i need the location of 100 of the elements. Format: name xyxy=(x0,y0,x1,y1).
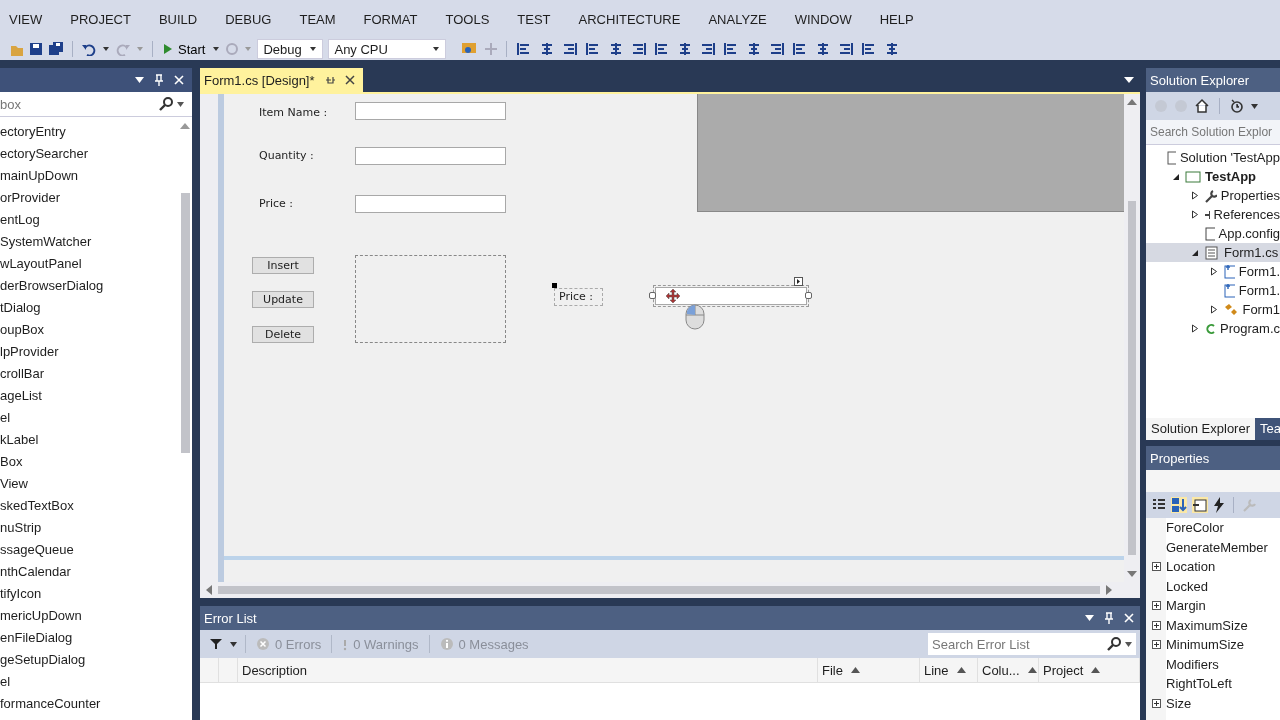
dropdown-icon[interactable] xyxy=(1125,641,1132,647)
search-field[interactable]: Search Error List xyxy=(932,636,1103,652)
search-box[interactable]: Search Error List xyxy=(928,633,1136,655)
toolbox-item[interactable]: wLayoutPanel xyxy=(0,253,178,275)
expand-icon[interactable] xyxy=(1151,698,1161,708)
form-button[interactable]: Delete xyxy=(252,326,314,343)
panel-tab[interactable]: Solution Explorer xyxy=(1146,418,1255,440)
menu-item[interactable]: PROJECT xyxy=(54,11,143,27)
dropdown-icon[interactable] xyxy=(102,46,110,52)
column-header[interactable]: Project xyxy=(1039,658,1140,682)
property-name[interactable]: Size xyxy=(1166,695,1192,711)
toolbox-item[interactable]: derBrowserDialog xyxy=(0,275,178,297)
dropdown-icon[interactable] xyxy=(1251,103,1258,109)
toolbox-item[interactable]: ectoryEntry xyxy=(0,121,178,143)
scroll-up-icon[interactable] xyxy=(1127,99,1137,105)
alignment-icon[interactable] xyxy=(769,42,786,56)
menu-item[interactable]: FORMAT xyxy=(347,11,430,27)
selection-handle[interactable] xyxy=(552,283,557,288)
resize-handle[interactable] xyxy=(805,292,812,299)
configuration-dropdown[interactable]: Debug xyxy=(257,39,324,59)
search-field[interactable]: Search Solution Explor xyxy=(1150,125,1280,139)
toolbox-item[interactable]: oupBox xyxy=(0,319,178,341)
toolbox-item[interactable]: mainUpDown xyxy=(0,165,178,187)
dropdown-icon[interactable] xyxy=(1085,615,1094,621)
document-tab[interactable]: Form1.cs [Design]* xyxy=(200,68,363,92)
tree-item[interactable]: References xyxy=(1146,205,1280,224)
column-header[interactable]: Colu... xyxy=(978,658,1039,682)
expanded-arrow-icon[interactable] xyxy=(1191,248,1199,257)
panel-tab[interactable]: Tea xyxy=(1255,418,1280,440)
dropdown-icon[interactable] xyxy=(135,77,144,83)
categorized-icon[interactable] xyxy=(1152,498,1166,512)
save-all-icon[interactable] xyxy=(48,42,64,56)
dropdown-icon[interactable] xyxy=(230,641,237,647)
toolbox-item[interactable]: formanceCounter xyxy=(0,693,178,715)
form-label[interactable]: Price : xyxy=(554,288,603,306)
toolbox-item[interactable]: skedTextBox xyxy=(0,495,178,517)
alignment-icon[interactable] xyxy=(562,42,579,56)
restart-icon[interactable] xyxy=(225,42,240,56)
column-header[interactable]: Line xyxy=(920,658,978,682)
menu-item[interactable]: TEAM xyxy=(283,11,348,27)
toolbox-item[interactable]: el xyxy=(0,671,178,693)
undo-icon[interactable] xyxy=(81,42,97,56)
toolbox-item[interactable]: tDialog xyxy=(0,297,178,319)
tree-item[interactable]: Properties xyxy=(1146,186,1280,205)
events-icon[interactable] xyxy=(1213,497,1225,513)
expand-icon[interactable] xyxy=(1151,562,1161,572)
form-button[interactable]: Insert xyxy=(252,257,314,274)
menu-item[interactable]: ARCHITECTURE xyxy=(562,11,693,27)
toolbox-item[interactable]: enFileDialog xyxy=(0,627,178,649)
property-name[interactable]: Locked xyxy=(1166,578,1208,594)
home-icon[interactable] xyxy=(1194,98,1210,114)
pin-icon[interactable] xyxy=(324,75,335,85)
toolbox-item[interactable]: lpProvider xyxy=(0,341,178,363)
text-box[interactable] xyxy=(655,287,807,305)
toolbox-item[interactable]: ectorySearcher xyxy=(0,143,178,165)
toolbox-item[interactable]: geSetupDialog xyxy=(0,649,178,671)
scroll-up-icon[interactable] xyxy=(180,123,190,129)
properties-icon[interactable] xyxy=(1192,497,1208,513)
toolbox-item[interactable]: nthCalendar xyxy=(0,561,178,583)
menu-item[interactable]: DEBUG xyxy=(209,11,284,27)
alignment-icon[interactable] xyxy=(700,42,717,56)
expand-icon[interactable] xyxy=(1151,620,1161,630)
history-icon[interactable] xyxy=(1229,98,1245,114)
scroll-right-icon[interactable] xyxy=(1106,585,1112,595)
collapsed-arrow-icon[interactable] xyxy=(1210,305,1218,314)
menu-item[interactable]: TOOLS xyxy=(429,11,502,27)
expanded-arrow-icon[interactable] xyxy=(1172,172,1180,181)
scroll-left-icon[interactable] xyxy=(206,585,212,595)
menu-item[interactable]: HELP xyxy=(863,11,926,27)
scroll-down-icon[interactable] xyxy=(1127,571,1137,577)
column-header[interactable]: Description xyxy=(238,658,818,682)
tree-item[interactable]: Form1 xyxy=(1146,300,1280,319)
menu-item[interactable]: BUILD xyxy=(142,11,210,27)
alphabetical-icon[interactable] xyxy=(1171,497,1187,513)
alignment-icon[interactable] xyxy=(838,42,855,56)
filter-icon[interactable] xyxy=(210,638,222,650)
collapsed-arrow-icon[interactable] xyxy=(1191,191,1199,200)
property-name[interactable]: Modifiers xyxy=(1166,656,1219,672)
resize-handle[interactable] xyxy=(649,292,656,299)
property-name[interactable]: GenerateMember xyxy=(1166,539,1268,555)
property-name[interactable]: MaximumSize xyxy=(1166,617,1248,633)
search-box[interactable]: Search Solution Explor xyxy=(1146,120,1280,145)
menu-item[interactable]: VIEW xyxy=(0,11,55,27)
toolbox-item[interactable]: crollBar xyxy=(0,363,178,385)
property-name[interactable]: Margin xyxy=(1166,598,1206,614)
toolbox-item[interactable]: nuStrip xyxy=(0,517,178,539)
toolbox-item[interactable]: tifyIcon xyxy=(0,583,178,605)
property-name[interactable]: RightToLeft xyxy=(1166,676,1232,692)
dropdown-icon[interactable] xyxy=(212,46,221,52)
dropdown-icon[interactable] xyxy=(177,101,184,107)
alignment-icon[interactable] xyxy=(631,42,648,56)
start-button[interactable]: Start xyxy=(161,41,208,57)
collapsed-arrow-icon[interactable] xyxy=(1191,324,1199,333)
toolbox-item[interactable]: Box xyxy=(0,451,178,473)
toolbox-item[interactable]: SystemWatcher xyxy=(0,231,178,253)
smart-tag-icon[interactable] xyxy=(794,277,803,286)
search-field[interactable]: box xyxy=(0,96,155,112)
save-icon[interactable] xyxy=(29,42,43,56)
column-header[interactable]: File xyxy=(818,658,920,682)
menu-item[interactable]: TEST xyxy=(501,11,563,27)
